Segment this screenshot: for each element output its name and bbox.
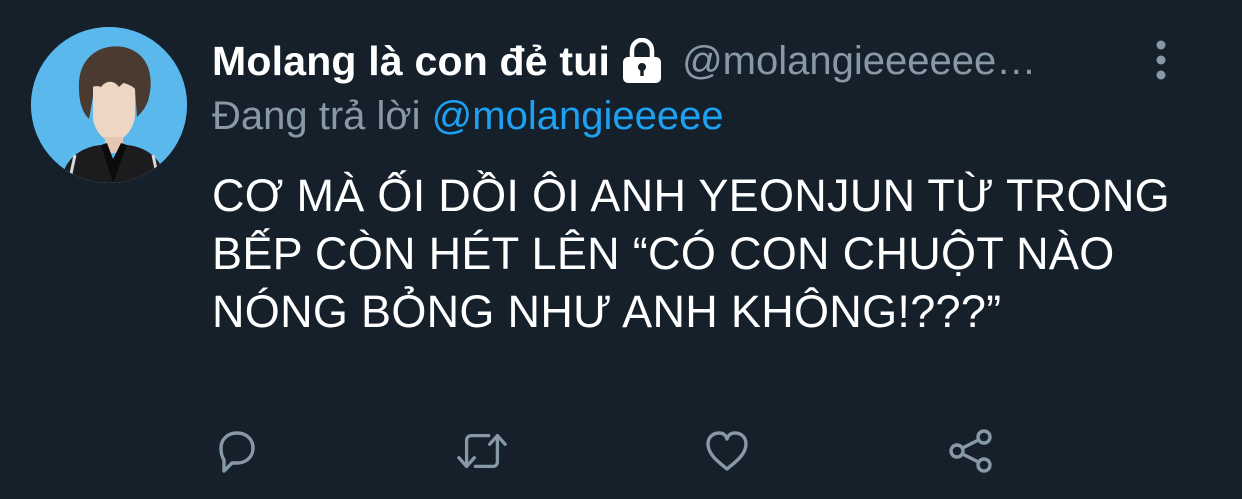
tweet-header: Molang là con đẻ tui @molangieeeeeeeee: [212, 32, 1042, 90]
retweet-button[interactable]: [456, 425, 508, 477]
share-icon: [949, 429, 992, 473]
share-button[interactable]: [945, 425, 997, 477]
retweet-icon: [457, 433, 507, 469]
like-button[interactable]: [701, 425, 753, 477]
reply-prefix: Đang trả lời: [212, 94, 421, 138]
heart-icon: [706, 431, 748, 471]
reply-icon: [219, 431, 255, 473]
tweet-text: CƠ MÀ ỐI DỒI ÔI ANH YEONJUN TỪ TRONG BẾP…: [212, 170, 1170, 337]
lock-icon: [620, 37, 664, 84]
tweet-actions: [0, 425, 1242, 481]
display-name[interactable]: Molang là con đẻ tui: [212, 38, 610, 85]
reply-button[interactable]: [211, 425, 263, 477]
avatar-image: [31, 27, 187, 183]
reply-mention-link[interactable]: @molangieeeee: [432, 94, 724, 138]
handle[interactable]: @molangieeeeeeeee: [682, 39, 1042, 84]
avatar[interactable]: [31, 27, 187, 183]
more-vertical-icon[interactable]: [1148, 38, 1174, 82]
tweet[interactable]: Molang là con đẻ tui @molangieeeeeeeee Đ…: [0, 0, 1242, 499]
replying-to: Đang trả lời @molangieeeee: [212, 94, 724, 139]
